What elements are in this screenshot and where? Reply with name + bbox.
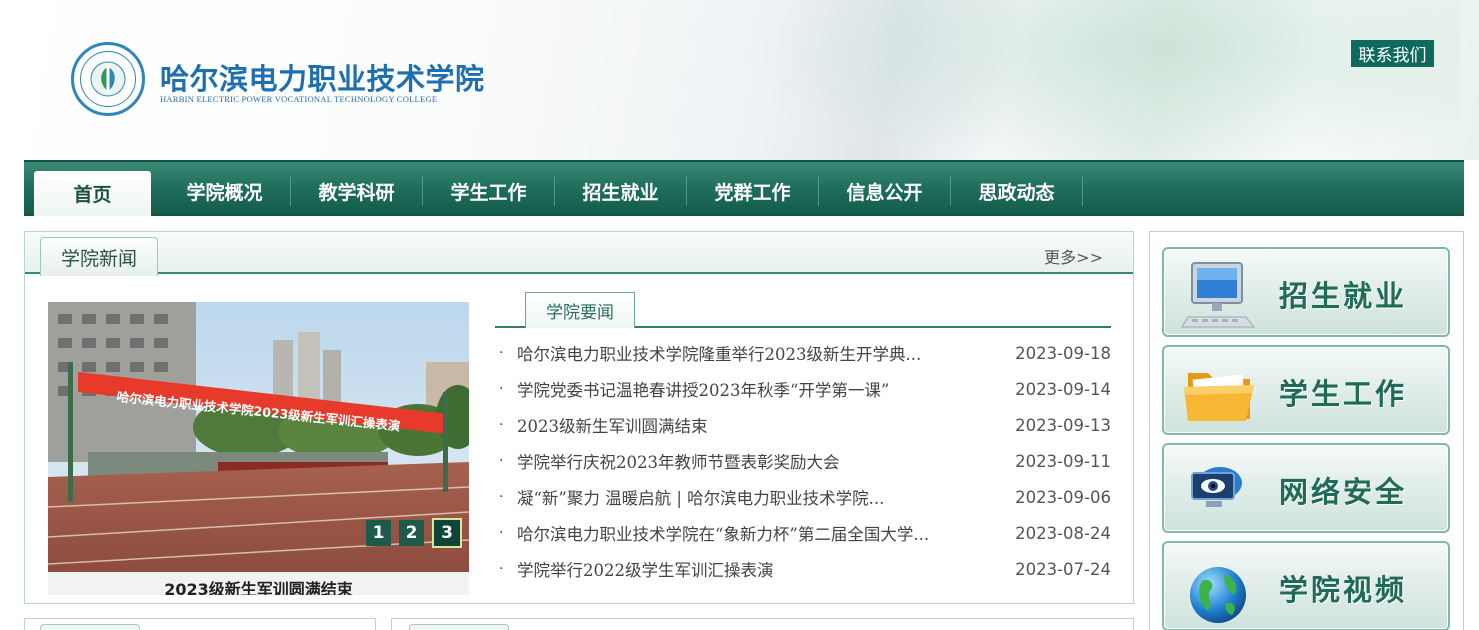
news-list-item[interactable]: · 哈尔滨电力职业技术学院在“象新力杯”第二届全国大学... 2023-08-2…: [499, 515, 1111, 551]
more-news-link[interactable]: 更多>>: [1044, 244, 1103, 268]
tab-college-news[interactable]: 学院新闻: [40, 237, 158, 276]
nav-item-home[interactable]: 首页: [34, 171, 151, 216]
quick-link-label: 招生就业: [1279, 279, 1408, 313]
news-date: 2023-09-13: [1015, 415, 1111, 435]
nav-item-student-affairs[interactable]: 学生工作: [423, 176, 555, 206]
news-date: 2023-09-18: [1015, 343, 1111, 363]
bullet: ·: [499, 453, 504, 469]
college-seal-logo-icon[interactable]: [71, 42, 145, 116]
news-title[interactable]: 哈尔滨电力职业技术学院隆重举行2023级新生开学典...: [517, 341, 997, 365]
news-list-item[interactable]: · 学院党委书记温艳春讲授2023年秋季“开学第一课” 2023-09-14: [499, 371, 1111, 407]
tab-headline-news[interactable]: 学院要闻: [525, 292, 635, 328]
news-list-item[interactable]: · 学院举行2022级学生军训汇操表演 2023-07-24: [499, 551, 1111, 587]
headline-news-header: 学院要闻: [495, 292, 1111, 328]
bottom-panel-right: [391, 618, 1134, 630]
contact-us-button[interactable]: 联系我们: [1351, 40, 1434, 67]
nav-item-teaching-research[interactable]: 教学科研: [291, 176, 423, 206]
news-date: 2023-09-11: [1015, 451, 1111, 471]
college-name[interactable]: 哈尔滨电力职业技术学院: [160, 56, 485, 98]
news-date: 2023-08-24: [1015, 523, 1111, 543]
nav-item-information-disclosure[interactable]: 信息公开: [819, 176, 951, 206]
bottom-panel-right-tab[interactable]: [409, 624, 509, 630]
nav-item-college-overview[interactable]: 学院概况: [159, 176, 291, 206]
news-title[interactable]: 学院举行庆祝2023年教师节暨表彰奖励大会: [517, 449, 997, 473]
quick-link-label: 网络安全: [1279, 475, 1408, 509]
quick-links-panel: 招生就业 学生工作 网络安全 学院视频: [1149, 231, 1464, 630]
news-title[interactable]: 学院举行2022级学生军训汇操表演: [517, 557, 997, 581]
slide-page-2[interactable]: 2: [399, 520, 424, 546]
bullet: ·: [499, 381, 504, 397]
news-date: 2023-09-06: [1015, 487, 1111, 507]
news-title[interactable]: 学院党委书记温艳春讲授2023年秋季“开学第一课”: [517, 377, 997, 401]
bullet: ·: [499, 561, 504, 577]
news-date: 2023-07-24: [1015, 559, 1111, 579]
slide-page-1[interactable]: 1: [366, 520, 391, 546]
quick-link-label: 学生工作: [1279, 377, 1408, 411]
nav-item-ideological-news[interactable]: 思政动态: [951, 176, 1083, 206]
news-list-item[interactable]: · 凝“新”聚力 温暖启航 | 哈尔滨电力职业技术学院... 2023-09-0…: [499, 479, 1111, 515]
quick-link-admissions-employment[interactable]: 招生就业: [1162, 247, 1450, 337]
bullet: ·: [499, 345, 504, 361]
nav-item-party-work[interactable]: 党群工作: [687, 176, 819, 206]
computer-monitor-icon: [1180, 257, 1260, 331]
bullet: ·: [499, 417, 504, 433]
network-security-icon: [1180, 453, 1260, 527]
headline-news-list: · 哈尔滨电力职业技术学院隆重举行2023级新生开学典... 2023-09-1…: [499, 335, 1111, 587]
slide-page-3[interactable]: 3: [432, 518, 462, 548]
news-list-item[interactable]: · 2023级新生军训圆满结束 2023-09-13: [499, 407, 1111, 443]
main-navigation: 首页 学院概况 教学科研 学生工作 招生就业 党群工作 信息公开 思政动态: [24, 160, 1464, 216]
college-news-panel: 学院新闻 更多>> 哈尔滨电力职业技术学院2023级新生军训汇操表演 1 2 3…: [24, 231, 1134, 604]
globe-icon: [1180, 551, 1260, 625]
bullet: ·: [499, 525, 504, 541]
news-title[interactable]: 哈尔滨电力职业技术学院在“象新力杯”第二届全国大学...: [517, 521, 997, 545]
news-panel-header: 学院新闻 更多>>: [25, 232, 1133, 276]
bottom-panel-left: [24, 618, 376, 630]
news-title[interactable]: 2023级新生军训圆满结束: [517, 413, 997, 437]
college-name-english: HARBIN ELECTRIC POWER VOCATIONAL TECHNOL…: [160, 94, 438, 104]
news-date: 2023-09-14: [1015, 379, 1111, 399]
quick-link-label: 学院视频: [1279, 573, 1408, 607]
quick-link-student-affairs[interactable]: 学生工作: [1162, 345, 1450, 435]
news-slideshow[interactable]: 哈尔滨电力职业技术学院2023级新生军训汇操表演 1 2 3 2023级新生军训…: [48, 302, 469, 595]
quick-link-network-security[interactable]: 网络安全: [1162, 443, 1450, 533]
slide-caption[interactable]: 2023级新生军训圆满结束: [48, 576, 469, 595]
bullet: ·: [499, 489, 504, 505]
news-list-item[interactable]: · 哈尔滨电力职业技术学院隆重举行2023级新生开学典... 2023-09-1…: [499, 335, 1111, 371]
header-background-swirl: [700, 0, 1460, 160]
news-list-item[interactable]: · 学院举行庆祝2023年教师节暨表彰奖励大会 2023-09-11: [499, 443, 1111, 479]
news-title[interactable]: 凝“新”聚力 温暖启航 | 哈尔滨电力职业技术学院...: [517, 485, 997, 509]
folder-icon: [1180, 355, 1260, 429]
site-header: 哈尔滨电力职业技术学院 HARBIN ELECTRIC POWER VOCATI…: [0, 0, 1479, 160]
nav-item-admissions-employment[interactable]: 招生就业: [555, 176, 687, 206]
bottom-panel-left-tab[interactable]: [40, 624, 140, 630]
quick-link-college-video[interactable]: 学院视频: [1162, 541, 1450, 630]
